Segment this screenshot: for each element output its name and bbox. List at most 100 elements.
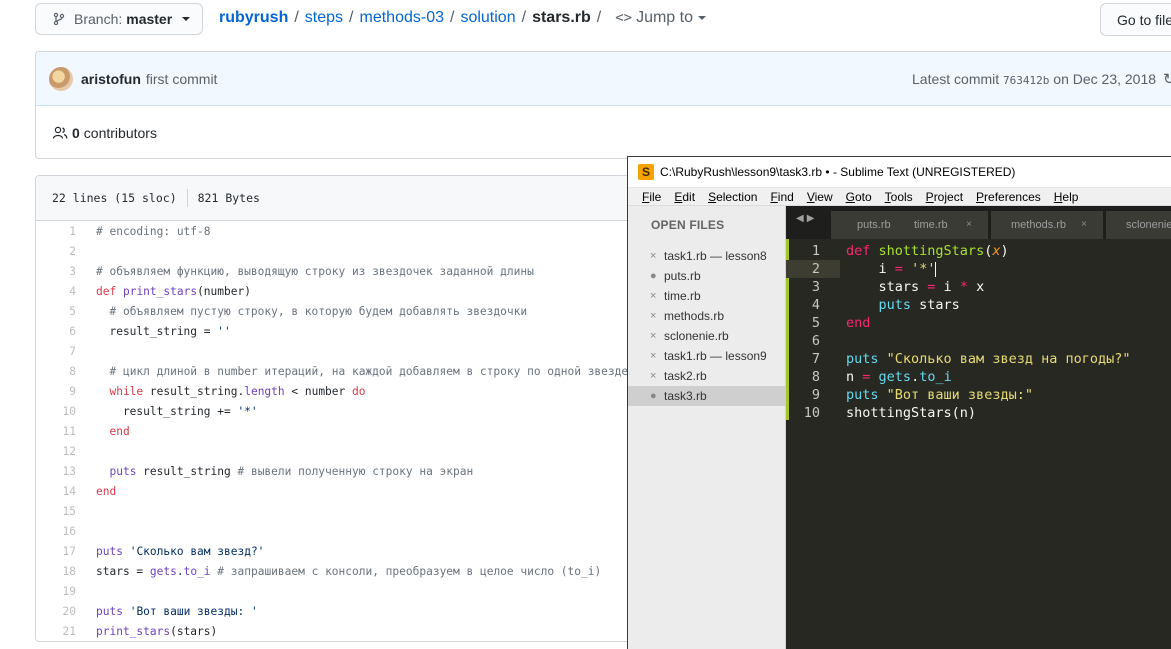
- breadcrumb-solution-link[interactable]: solution: [460, 9, 515, 27]
- menu-item-find[interactable]: Find: [770, 190, 793, 204]
- line-number[interactable]: 7: [36, 342, 76, 362]
- unsaved-dot-icon[interactable]: ●: [650, 266, 657, 286]
- breadcrumb-separator: /: [596, 9, 602, 26]
- line-code: puts 'Сколько вам звезд?': [96, 545, 265, 558]
- line-number: 6: [811, 333, 820, 349]
- line-number: 7: [811, 351, 820, 367]
- line-number[interactable]: 19: [36, 582, 76, 602]
- line-code: shottingStars(n): [846, 405, 977, 421]
- line-number[interactable]: 21: [36, 622, 76, 641]
- editor-tab[interactable]: time.rb ×: [894, 211, 988, 239]
- close-icon[interactable]: ×: [966, 211, 972, 239]
- open-file-item[interactable]: ● puts.rb: [628, 266, 786, 286]
- commit-sha-link[interactable]: 763412b: [1003, 74, 1049, 87]
- line-number[interactable]: 9: [36, 382, 76, 402]
- line-number: 1: [811, 243, 820, 259]
- menu-item-help[interactable]: Help: [1054, 190, 1079, 204]
- open-file-name: time.rb: [664, 289, 701, 303]
- history-icon[interactable]: ↻: [1163, 70, 1171, 88]
- open-file-item[interactable]: ● task3.rb: [628, 386, 786, 406]
- line-number[interactable]: 16: [36, 522, 76, 542]
- editor-line: 6: [786, 332, 1171, 350]
- code-line: 11 end: [36, 422, 130, 442]
- code-line: 21 print_stars(stars): [36, 622, 218, 641]
- close-icon[interactable]: ×: [1081, 211, 1087, 239]
- close-icon[interactable]: ×: [650, 286, 656, 306]
- code-line: 13 puts result_string # вывели полученну…: [36, 462, 474, 482]
- avatar[interactable]: [49, 66, 73, 91]
- tab-label: time.rb: [914, 219, 948, 231]
- menu-item-preferences[interactable]: Preferences: [976, 190, 1041, 204]
- menu-item-view[interactable]: View: [807, 190, 833, 204]
- open-file-item[interactable]: × task2.rb: [628, 366, 786, 386]
- menu-bar: File Edit Selection Find View Goto Tools Projec…: [628, 188, 1171, 206]
- go-to-file-button[interactable]: Go to file: [1100, 3, 1171, 36]
- line-number[interactable]: 13: [36, 462, 76, 482]
- line-number[interactable]: 10: [36, 402, 76, 422]
- line-code: # encoding: utf-8: [96, 225, 211, 238]
- close-icon[interactable]: ×: [650, 246, 656, 266]
- text-cursor: [935, 261, 937, 277]
- line-number[interactable]: 5: [36, 302, 76, 322]
- jump-to-button[interactable]: <> Jump to: [615, 9, 706, 27]
- latest-commit-info: Latest commit 763412b on Dec 23, 2018: [912, 71, 1156, 87]
- line-number[interactable]: 3: [36, 262, 76, 282]
- menu-item-selection[interactable]: Selection: [708, 190, 757, 204]
- line-code: result_string += '*': [96, 405, 258, 418]
- commit-author[interactable]: aristofun: [81, 71, 141, 87]
- editor-tab[interactable]: methods.rb ×: [991, 211, 1103, 239]
- open-file-item[interactable]: × time.rb: [628, 286, 786, 306]
- line-number[interactable]: 17: [36, 542, 76, 562]
- line-code: stars = gets.to_i # запрашиваем с консол…: [96, 565, 602, 578]
- line-number[interactable]: 6: [36, 322, 76, 342]
- commit-message[interactable]: first commit: [146, 71, 218, 87]
- menu-item-goto[interactable]: Goto: [846, 190, 872, 204]
- breadcrumb-current-file: stars.rb: [532, 9, 591, 26]
- line-number: 2: [811, 261, 820, 277]
- close-icon[interactable]: ×: [650, 326, 656, 346]
- line-code: stars = i * x: [846, 279, 985, 295]
- line-code: def print_stars(number): [96, 285, 251, 298]
- editor-tab[interactable]: sclonenie: [1106, 211, 1171, 239]
- menu-item-tools[interactable]: Tools: [885, 190, 913, 204]
- open-file-item[interactable]: × sclonenie.rb: [628, 326, 786, 346]
- open-file-name: task3.rb: [664, 389, 707, 403]
- breadcrumb-repo-link[interactable]: rubyrush: [219, 9, 288, 27]
- line-number[interactable]: 2: [36, 242, 76, 262]
- close-icon[interactable]: ×: [650, 346, 656, 366]
- open-file-item[interactable]: × task1.rb — lesson8: [628, 246, 786, 266]
- line-number[interactable]: 8: [36, 362, 76, 382]
- menu-item-edit[interactable]: Edit: [674, 190, 695, 204]
- sublime-window[interactable]: S C:\RubyRush\lesson9\task3.rb • - Subli…: [627, 156, 1171, 649]
- line-code: puts stars: [878, 297, 960, 313]
- open-file-item[interactable]: × task1.rb — lesson9: [628, 346, 786, 366]
- line-number[interactable]: 12: [36, 442, 76, 462]
- open-file-item[interactable]: × methods.rb: [628, 306, 786, 326]
- menu-item-project[interactable]: Project: [926, 190, 963, 204]
- line-code: puts "Вот ваши звезды:": [846, 387, 1033, 403]
- open-files-header: OPEN FILES: [651, 218, 725, 232]
- line-number[interactable]: 14: [36, 482, 76, 502]
- contributors-label: contributors: [83, 124, 157, 141]
- line-number[interactable]: 11: [36, 422, 76, 442]
- contributors-row[interactable]: 0 contributors: [36, 106, 1171, 158]
- line-code: # объявляем пустую строку, в которую буд…: [109, 305, 528, 318]
- line-number[interactable]: 1: [36, 222, 76, 242]
- line-number[interactable]: 4: [36, 282, 76, 302]
- code-editor[interactable]: 1 def shottingStars(x) 2 i = '*' 3 stars = …: [786, 239, 1171, 649]
- line-number[interactable]: 15: [36, 502, 76, 522]
- sidebar-open-files: OPEN FILES × task1.rb — lesson8 ● puts.rb × t…: [628, 206, 786, 649]
- line-code: print_stars(stars): [96, 625, 218, 638]
- line-number[interactable]: 20: [36, 602, 76, 622]
- breadcrumb-steps-link[interactable]: steps: [305, 9, 343, 27]
- close-icon[interactable]: ×: [650, 366, 656, 386]
- menu-item-file[interactable]: File: [642, 190, 661, 204]
- close-icon[interactable]: ×: [650, 306, 656, 326]
- branch-select-button[interactable]: Branch: master: [35, 3, 203, 35]
- tab-scroll-arrows-icon[interactable]: ◀▶: [796, 213, 817, 224]
- unsaved-dot-icon[interactable]: ●: [650, 386, 657, 406]
- sublime-title-bar[interactable]: S C:\RubyRush\lesson9\task3.rb • - Subli…: [628, 157, 1171, 188]
- line-number[interactable]: 18: [36, 562, 76, 582]
- open-file-name: task1.rb — lesson9: [664, 349, 767, 363]
- breadcrumb-methods-link[interactable]: methods-03: [360, 9, 445, 27]
